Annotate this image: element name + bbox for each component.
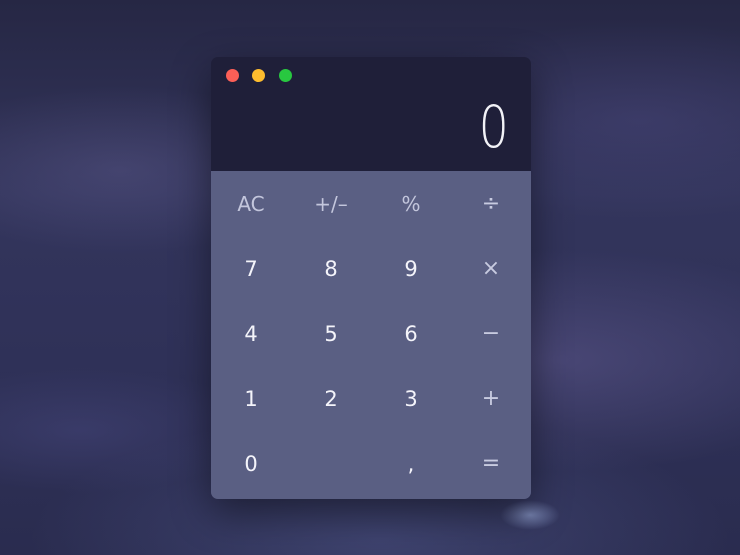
subtract-key[interactable]: −: [451, 301, 531, 366]
digit-6-key[interactable]: 6: [371, 301, 451, 366]
digit-8-key[interactable]: 8: [291, 236, 371, 301]
digit-1-key[interactable]: 1: [211, 366, 291, 431]
digit-7-key[interactable]: 7: [211, 236, 291, 301]
minimize-window-button[interactable]: [252, 69, 265, 82]
calculator-window: 0 AC +/–% ÷ 7 8 9 × 4 5 6− 1 2 3 +0, =: [211, 57, 531, 499]
calculator-display: 0: [478, 93, 509, 161]
digit-5-key[interactable]: 5: [291, 301, 371, 366]
percent-key[interactable]: %: [371, 171, 451, 236]
wallpaper-highlight: [500, 500, 560, 530]
zoom-window-button[interactable]: [279, 69, 292, 82]
close-window-button[interactable]: [226, 69, 239, 82]
divide-key[interactable]: ÷: [451, 171, 531, 236]
multiply-key[interactable]: ×: [451, 236, 531, 301]
plus-minus-key[interactable]: +/–: [291, 171, 371, 236]
calculator-keypad: AC +/–% ÷ 7 8 9 × 4 5 6− 1 2 3 +0, =: [211, 171, 531, 499]
digit-3-key[interactable]: 3: [371, 366, 451, 431]
equals-key[interactable]: =: [451, 431, 531, 496]
digit-2-key[interactable]: 2: [291, 366, 371, 431]
calculator-display-area: 0: [211, 57, 531, 171]
add-key[interactable]: +: [451, 366, 531, 431]
digit-9-key[interactable]: 9: [371, 236, 451, 301]
digit-0-key[interactable]: 0: [211, 431, 291, 496]
digit-4-key[interactable]: 4: [211, 301, 291, 366]
all-clear-key[interactable]: AC: [211, 171, 291, 236]
decimal-key[interactable]: ,: [371, 431, 451, 496]
